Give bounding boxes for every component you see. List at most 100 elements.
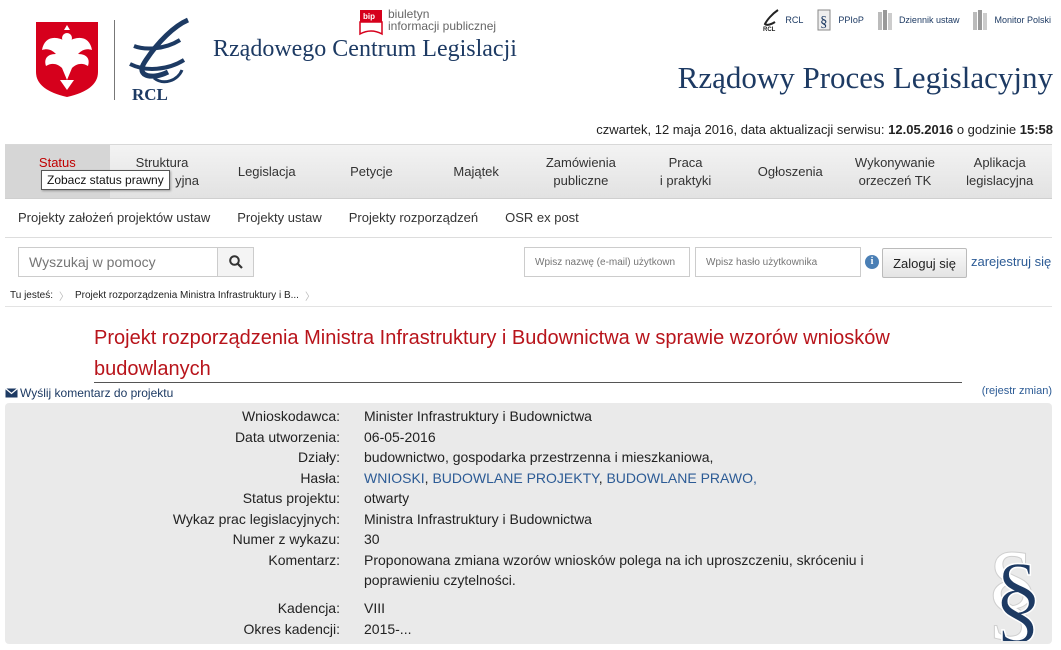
detail-label: Okres kadencji: <box>243 620 340 637</box>
detail-label: Kadencja: <box>277 600 340 616</box>
rcl-title[interactable]: Rządowego Centrum Legislacji <box>213 36 517 63</box>
nav-label: Ogłoszenia <box>757 163 823 179</box>
status-value: otwarty <box>364 490 410 506</box>
nav-label: Zamówienia <box>545 154 616 170</box>
detail-label: Data utworzenia: <box>234 428 340 445</box>
breadcrumb-separator-icon: 〉 <box>58 292 69 303</box>
update-time: 15:58 <box>1019 122 1053 137</box>
breadcrumb: Tu jesteś: 〉 Projekt rozporządzenia Mini… <box>10 288 315 303</box>
polish-eagle-emblem-icon[interactable] <box>34 20 100 98</box>
info-icon[interactable]: i <box>865 255 879 269</box>
detail-label: Komentarz: <box>268 551 340 568</box>
toplink-rcl[interactable]: RCL RCL <box>762 8 803 32</box>
nav-label: orzeczeń TK <box>858 172 932 188</box>
breadcrumb-label: Tu jesteś: <box>10 290 53 301</box>
paragraph-sign-icon: § § <box>984 531 1044 641</box>
nav-petycje[interactable]: Petycje <box>319 145 424 198</box>
nav-label: Petycje <box>350 163 393 179</box>
change-registry-link[interactable]: (rejestr zmian) <box>982 385 1052 397</box>
nav-label: Status <box>38 154 76 170</box>
envelope-icon <box>5 388 18 398</box>
send-comment-link[interactable]: Wyślij komentarz do projektu <box>5 386 173 400</box>
subnav-projekty-ustaw[interactable]: Projekty ustaw <box>237 210 322 225</box>
nav-majatek[interactable]: Majątek <box>424 145 529 198</box>
bip-logo-icon[interactable]: bip <box>356 8 386 36</box>
toplink-ppiop-label: PPIoP <box>838 15 864 25</box>
svg-text:§: § <box>820 14 828 30</box>
nav-tooltip: Zobacz status prawny <box>41 170 170 190</box>
comment-value: Proponowana zmiana wzorów wniosków poleg… <box>364 551 864 589</box>
term-period-value: 2015-... <box>364 620 412 637</box>
applicant-link[interactable]: Minister Infrastruktury i Budownictwa <box>364 406 884 427</box>
title-underline <box>94 382 962 383</box>
sub-nav: Projekty założeń projektów ustaw Projekt… <box>18 210 579 225</box>
divider <box>5 306 1052 307</box>
svg-text:RCL: RCL <box>763 27 776 32</box>
section-sign-icon: § <box>817 9 831 31</box>
bip-text[interactable]: biuletyn informacji publicznej <box>388 8 496 32</box>
subnav-projekty-rozporzadzen[interactable]: Projekty rozporządzeń <box>349 210 478 225</box>
nav-label: publiczne <box>553 172 609 188</box>
created-date-link[interactable]: 06-05-2016 <box>364 427 884 448</box>
rcl-logo[interactable]: RCL <box>124 16 196 104</box>
date-middle: o godzinie <box>956 122 1017 137</box>
toplink-ppiop[interactable]: § PPIoP <box>815 8 864 32</box>
help-search <box>18 247 254 277</box>
nav-wykonywanie[interactable]: Wykonywanie orzeczeń TK <box>843 145 948 198</box>
books-icon <box>973 10 988 30</box>
nav-ogloszenia[interactable]: Ogłoszenia <box>738 145 843 198</box>
date-line: czwartek, 12 maja 2016, data aktualizacj… <box>596 122 1053 137</box>
list-number-link[interactable]: 30 <box>364 529 884 550</box>
nav-legislacja[interactable]: Legislacja <box>214 145 319 198</box>
nav-praca[interactable]: Praca i praktyki <box>633 145 738 198</box>
toplink-monitor-polski[interactable]: Monitor Polski <box>971 8 1051 32</box>
top-links: RCL RCL § PPIoP Dziennik ustaw Monitor P… <box>762 8 1051 32</box>
login-button[interactable]: Zaloguj się <box>882 248 967 278</box>
page-title: Projekt rozporządzenia Ministra Infrastr… <box>94 327 890 380</box>
bip-text-line2: informacji publicznej <box>388 19 497 33</box>
subnav-projekty-zalozen[interactable]: Projekty założeń projektów ustaw <box>18 210 210 225</box>
login-password-input[interactable] <box>695 247 861 277</box>
header-divider <box>114 20 115 100</box>
svg-text:§: § <box>993 542 1043 641</box>
login-email-input[interactable] <box>524 247 690 277</box>
rcl-small-icon: RCL <box>763 9 779 32</box>
list-value: Ministra Infrastruktury i Budownictwa <box>364 510 592 527</box>
keyword-link[interactable]: BUDOWLANE PROJEKTY <box>432 470 598 486</box>
detail-label: Status projektu: <box>242 490 340 506</box>
nav-zamowienia[interactable]: Zamówienia publiczne <box>529 145 634 198</box>
search-button[interactable] <box>217 248 253 276</box>
register-link[interactable]: zarejestruj się <box>971 254 1051 269</box>
departments-link[interactable]: budownictwo, gospodarka przestrzenna i m… <box>364 447 884 468</box>
nav-label: legislacyjna <box>966 172 1034 188</box>
keyword-link[interactable]: WNIOSKI <box>364 470 425 486</box>
date-prefix: czwartek, 12 maja 2016, data aktualizacj… <box>596 122 885 137</box>
nav-label: Legislacja <box>237 163 296 179</box>
nav-label: Aplikacja <box>973 154 1026 170</box>
toplink-monitor-polski-label: Monitor Polski <box>994 15 1051 25</box>
header: RCL bip biuletyn informacji publicznej R… <box>0 0 1061 112</box>
breadcrumb-current[interactable]: Projekt rozporządzenia Ministra Infrastr… <box>75 290 299 301</box>
nav-label: Praca <box>668 154 703 170</box>
term-value: VIII <box>364 600 386 616</box>
nav-aplikacja[interactable]: Aplikacja legislacyjna <box>947 145 1052 198</box>
detail-label: Numer z wykazu: <box>232 531 340 547</box>
detail-label: Działy: <box>297 449 340 465</box>
toplink-dziennik-ustaw-label: Dziennik ustaw <box>898 15 960 25</box>
send-comment-label: Wyślij komentarz do projektu <box>20 386 174 400</box>
breadcrumb-separator-icon: 〉 <box>304 292 315 303</box>
nav-label: i praktyki <box>659 172 712 188</box>
toplink-dziennik-ustaw[interactable]: Dziennik ustaw <box>876 8 960 32</box>
project-details: Wnioskodawca: Minister Infrastruktury i … <box>5 403 1052 644</box>
search-icon <box>228 255 243 269</box>
nav-label: Wykonywanie <box>854 154 936 170</box>
divider <box>5 237 1052 238</box>
keyword-link[interactable]: BUDOWLANE PRAWO <box>606 470 753 486</box>
site-title[interactable]: Rządowy Proces Legislacyjny <box>678 60 1053 96</box>
detail-label: Hasła: <box>300 469 340 486</box>
nav-label: Struktura <box>135 154 189 170</box>
rcl-logo-text: RCL <box>132 85 168 104</box>
books-icon <box>877 10 892 30</box>
subnav-osr-ex-post[interactable]: OSR ex post <box>505 210 579 225</box>
help-search-input[interactable] <box>19 248 217 276</box>
